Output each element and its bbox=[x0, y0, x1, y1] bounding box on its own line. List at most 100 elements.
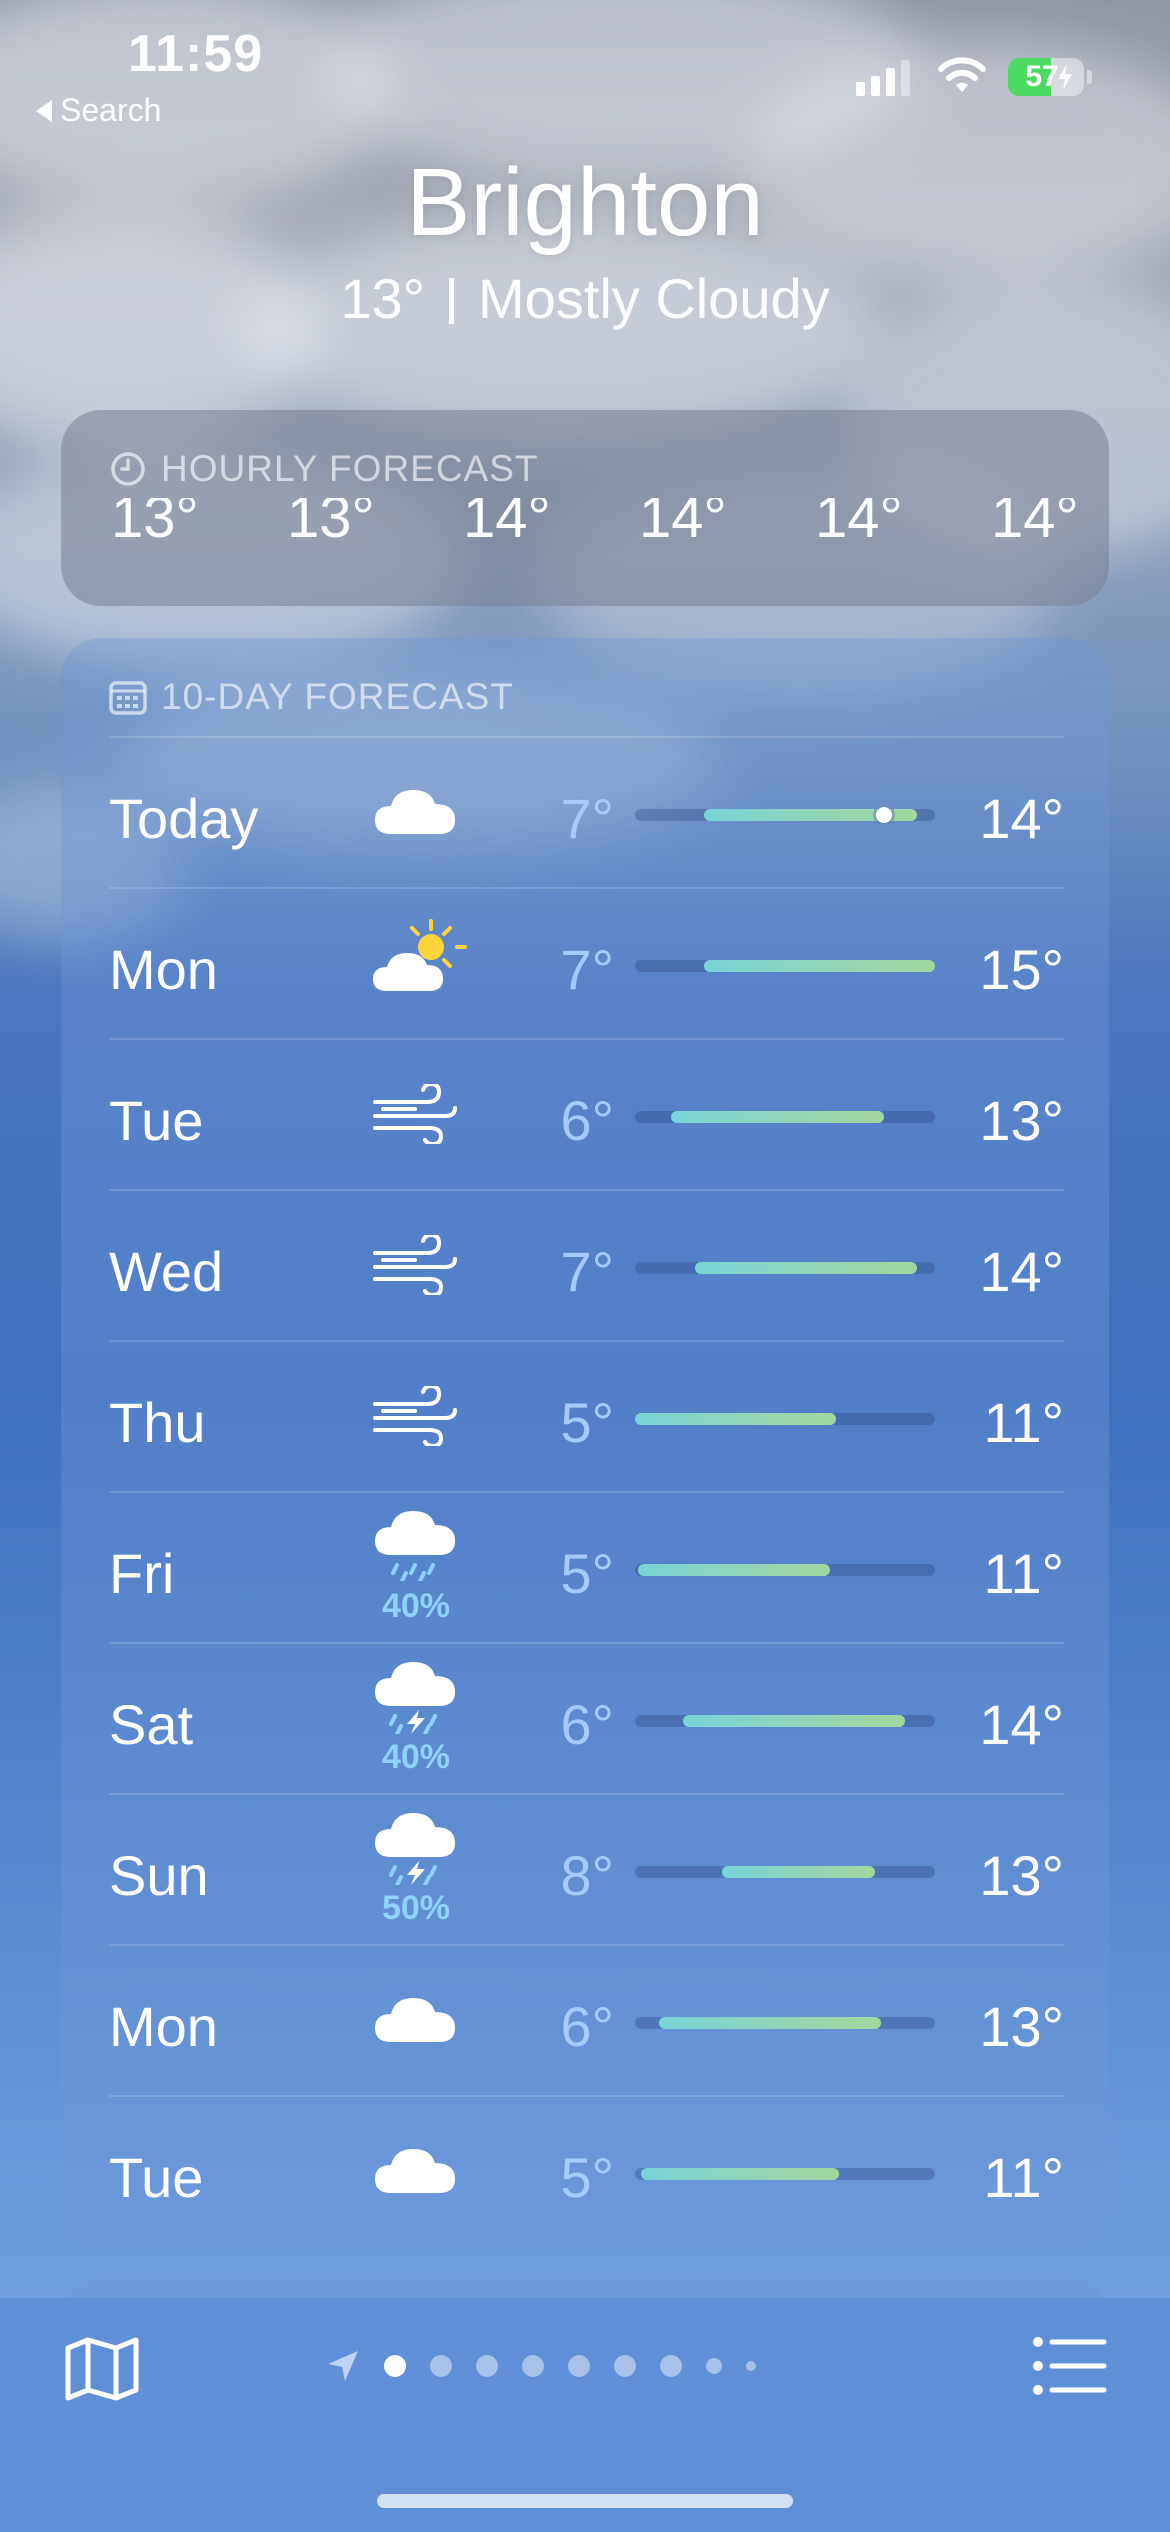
low-temp: 8° bbox=[560, 1844, 614, 1907]
low-temp: 5° bbox=[560, 2146, 614, 2209]
forecast-row[interactable]: Sat 40% 6° 14° bbox=[109, 1642, 1064, 1794]
forecast-day: Mon bbox=[109, 1995, 218, 2058]
ten-day-title-label: 10-DAY FORECAST bbox=[161, 676, 514, 717]
low-temp: 7° bbox=[560, 938, 614, 1001]
cloud-icon bbox=[371, 2097, 461, 2247]
temp-range-track bbox=[635, 1715, 935, 1727]
high-temp: 13° bbox=[979, 1844, 1064, 1907]
temp-range-bar bbox=[641, 2168, 839, 2180]
ten-day-forecast-card: 10-DAY FORECAST Today 7° 14° Mon 7° 15° Tue 6° 1… bbox=[61, 638, 1109, 2246]
cloud-icon bbox=[371, 738, 461, 888]
page-dot bbox=[476, 2355, 498, 2377]
low-temp: 7° bbox=[560, 787, 614, 850]
forecast-row[interactable]: Mon 6° 13° bbox=[109, 1944, 1064, 2096]
page-dot bbox=[384, 2355, 406, 2377]
forecast-row[interactable]: Tue 6° 13° bbox=[109, 1038, 1064, 1190]
page-indicator[interactable] bbox=[326, 2346, 756, 2386]
high-temp: 11° bbox=[983, 1391, 1064, 1454]
high-temp: 14° bbox=[979, 787, 1064, 850]
hourly-temp: 14° bbox=[991, 498, 1079, 548]
thunderstorm-icon: 40% bbox=[371, 1644, 461, 1794]
page-dot bbox=[568, 2355, 590, 2377]
forecast-day: Fri bbox=[109, 1542, 175, 1605]
forecast-row[interactable]: Today 7° 14° bbox=[109, 736, 1064, 888]
forecast-row[interactable]: Thu 5° 11° bbox=[109, 1340, 1064, 1492]
precip-chance: 50% bbox=[381, 1889, 451, 1927]
current-conditions: 13° Mostly Cloudy bbox=[0, 266, 1170, 331]
temp-range-bar bbox=[635, 1413, 836, 1425]
precip-chance: 40% bbox=[381, 1587, 451, 1625]
forecast-row[interactable]: Mon 7° 15° bbox=[109, 887, 1064, 1039]
high-temp: 11° bbox=[983, 2146, 1064, 2209]
list-icon[interactable] bbox=[1030, 2334, 1110, 2398]
precip-chance: 40% bbox=[381, 1738, 451, 1776]
hourly-temps: 13° 13° 14° 14° 14° 14° bbox=[111, 498, 1109, 548]
battery-tip bbox=[1087, 70, 1092, 84]
rain-icon: 40% bbox=[371, 1493, 461, 1643]
current-temp-marker bbox=[876, 807, 892, 823]
temp-range-bar bbox=[683, 1715, 905, 1727]
page-dot bbox=[660, 2355, 682, 2377]
forecast-day: Sun bbox=[109, 1844, 209, 1907]
city-name: Brighton bbox=[406, 149, 764, 256]
high-temp: 11° bbox=[983, 1542, 1064, 1605]
wind-icon bbox=[371, 1191, 461, 1341]
back-label: Search bbox=[60, 92, 162, 128]
temp-range-track bbox=[635, 1262, 935, 1274]
temp-range-bar bbox=[704, 960, 935, 972]
temp-range-bar bbox=[722, 1866, 875, 1878]
forecast-row[interactable]: Sun 50% 8° 13° bbox=[109, 1793, 1064, 1945]
low-temp: 5° bbox=[560, 1542, 614, 1605]
hourly-temp: 14° bbox=[639, 498, 727, 548]
condition-text: Mostly Cloudy bbox=[478, 267, 830, 330]
hourly-temp: 14° bbox=[815, 498, 903, 548]
temp-range-track bbox=[635, 2017, 935, 2029]
temp-range-track bbox=[635, 960, 935, 972]
page-dot bbox=[746, 2361, 756, 2371]
temp-range-track bbox=[635, 1866, 935, 1878]
temp-range-bar bbox=[671, 1111, 884, 1123]
page-dot bbox=[522, 2355, 544, 2377]
high-temp: 15° bbox=[979, 938, 1064, 1001]
status-bar: 11:59 Search 57 bbox=[0, 0, 1170, 130]
temp-range-bar bbox=[638, 1564, 830, 1576]
back-to-search-link[interactable]: Search bbox=[36, 92, 161, 129]
thunderstorm-icon: 50% bbox=[371, 1795, 461, 1945]
map-icon[interactable] bbox=[62, 2334, 142, 2404]
partly-sunny-icon bbox=[371, 889, 467, 1039]
location-arrow-icon bbox=[328, 2351, 358, 2381]
low-temp: 7° bbox=[560, 1240, 614, 1303]
forecast-row[interactable]: Fri 40% 5° 11° bbox=[109, 1491, 1064, 1643]
forecast-day: Thu bbox=[109, 1391, 206, 1454]
hourly-forecast-card[interactable]: HOURLY FORECAST 13° 13° 14° 14° 14° 14° bbox=[61, 410, 1109, 606]
forecast-day: Tue bbox=[109, 2146, 204, 2209]
forecast-day: Mon bbox=[109, 938, 218, 1001]
temp-range-track bbox=[635, 807, 935, 823]
wind-icon bbox=[371, 1342, 461, 1492]
hourly-title: HOURLY FORECAST bbox=[109, 448, 539, 490]
high-temp: 14° bbox=[979, 1240, 1064, 1303]
forecast-row[interactable]: Tue 5° 11° bbox=[109, 2095, 1064, 2247]
temp-range-track bbox=[635, 1413, 935, 1425]
forecast-day: Sat bbox=[109, 1693, 194, 1756]
cloud-icon bbox=[371, 1946, 461, 2096]
temp-range-track bbox=[635, 1564, 935, 1576]
forecast-day: Tue bbox=[109, 1089, 204, 1152]
high-temp: 13° bbox=[979, 1995, 1064, 2058]
high-temp: 14° bbox=[979, 1693, 1064, 1756]
forecast-day: Wed bbox=[109, 1240, 224, 1303]
calendar-icon bbox=[109, 681, 147, 715]
temp-range-bar bbox=[659, 2017, 881, 2029]
hourly-temp: 13° bbox=[287, 498, 375, 548]
low-temp: 6° bbox=[560, 1089, 614, 1152]
hourly-temp: 14° bbox=[463, 498, 551, 548]
low-temp: 6° bbox=[560, 1693, 614, 1756]
wifi-icon bbox=[938, 57, 986, 92]
status-time: 11:59 bbox=[128, 25, 264, 83]
low-temp: 5° bbox=[560, 1391, 614, 1454]
high-temp: 13° bbox=[979, 1089, 1064, 1152]
wind-icon bbox=[371, 1040, 461, 1190]
back-triangle-icon bbox=[36, 99, 52, 122]
forecast-row[interactable]: Wed 7° 14° bbox=[109, 1189, 1064, 1341]
forecast-day: Today bbox=[109, 787, 259, 850]
